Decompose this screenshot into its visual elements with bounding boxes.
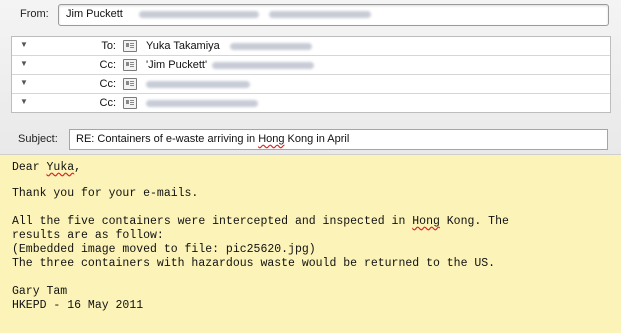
redacted-email <box>269 11 371 18</box>
misspelled-word: Yuka <box>46 161 75 174</box>
recipient-row-cc: ▼ Cc: <box>12 75 610 94</box>
paragraph-text: All the five containers were intercepted… <box>12 215 413 228</box>
chevron-down-icon[interactable]: ▼ <box>20 40 28 49</box>
paragraph-line: All the five containers were intercepted… <box>12 215 509 228</box>
address-card-icon[interactable] <box>123 59 137 71</box>
cc-label: Cc: <box>99 97 117 109</box>
redacted-email <box>146 81 250 88</box>
cc-label: Cc: <box>99 59 117 71</box>
signature-line: HKEPD - 16 May 2011 <box>12 299 144 312</box>
greeting-suffix: , <box>74 161 82 174</box>
redacted-email <box>139 11 259 18</box>
from-label: From: <box>20 8 49 20</box>
redacted-email <box>146 100 258 107</box>
chevron-down-icon[interactable]: ▼ <box>20 97 28 106</box>
subject-text-part: Kong in April <box>284 133 350 145</box>
address-card-icon[interactable] <box>123 97 137 109</box>
paragraph-line: The three containers with hazardous wast… <box>12 257 496 270</box>
redacted-email <box>212 62 314 69</box>
embedded-image-note: (Embedded image moved to file: pic25620.… <box>12 243 316 256</box>
recipient-row-to: ▼ To: Yuka Takamiya <box>12 37 610 56</box>
paragraph-text: Kong. The <box>439 215 509 228</box>
recipient-row-cc: ▼ Cc: <box>12 94 610 112</box>
chevron-down-icon[interactable]: ▼ <box>20 59 28 68</box>
subject-row: Subject: RE: Containers of e-waste arriv… <box>0 126 621 152</box>
subject-field[interactable]: RE: Containers of e-waste arriving in Ho… <box>69 129 608 150</box>
address-card-icon[interactable] <box>123 78 137 90</box>
recipient-name[interactable]: Yuka Takamiya <box>146 40 220 52</box>
chevron-down-icon[interactable]: ▼ <box>20 78 28 87</box>
misspelled-word: Hong <box>258 133 285 145</box>
greeting-prefix: Dear <box>12 161 47 174</box>
from-row: From: Jim Puckett <box>0 0 621 30</box>
subject-label: Subject: <box>18 133 58 145</box>
message-body[interactable]: Dear Yuka, Thank you for your e-mails. A… <box>0 155 621 333</box>
thanks-line: Thank you for your e-mails. <box>12 187 199 200</box>
signature-name: Gary Tam <box>12 285 68 298</box>
recipient-name[interactable]: 'Jim Puckett' <box>146 59 207 71</box>
greeting-line: Dear Yuka, <box>12 161 81 174</box>
recipients-list: ▼ To: Yuka Takamiya ▼ Cc: 'Jim Puckett' … <box>11 36 611 113</box>
paragraph-line: results are as follow: <box>12 229 164 242</box>
cc-label: Cc: <box>99 78 117 90</box>
message-header: From: Jim Puckett ▼ To: Yuka Takamiya ▼ … <box>0 0 621 155</box>
subject-text: RE: Containers of e-waste arriving in Ho… <box>76 133 349 145</box>
to-label: To: <box>101 40 116 52</box>
redacted-email <box>230 43 312 50</box>
recipient-row-cc: ▼ Cc: 'Jim Puckett' <box>12 56 610 75</box>
subject-text-part: RE: Containers of e-waste arriving in <box>76 133 259 145</box>
from-name: Jim Puckett <box>66 8 123 20</box>
misspelled-word: Hong <box>412 215 440 228</box>
from-field[interactable]: Jim Puckett <box>58 4 609 26</box>
address-card-icon[interactable] <box>123 40 137 52</box>
